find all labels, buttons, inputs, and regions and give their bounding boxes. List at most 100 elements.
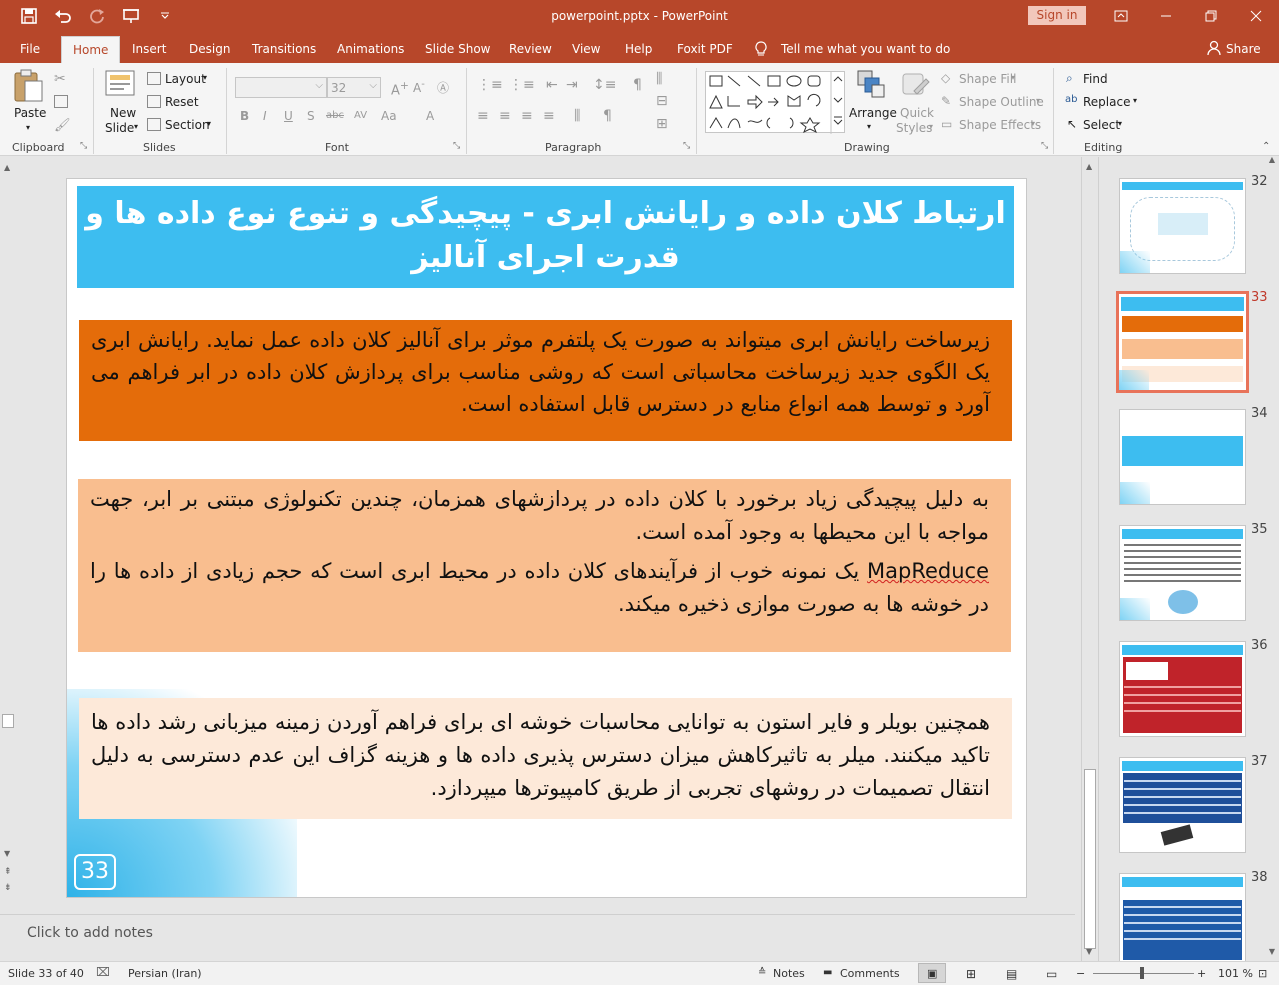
character-spacing-icon[interactable]: AV: [354, 110, 367, 121]
content-box-3[interactable]: همچنین بویلر و فایر استون به توانایی محا…: [79, 698, 1012, 819]
paste-button[interactable]: Paste ▾: [12, 69, 46, 132]
increase-indent-icon[interactable]: ⇥: [566, 77, 578, 93]
notes-toggle[interactable]: Notes: [773, 967, 805, 980]
scroll-down-icon[interactable]: ▼: [1086, 947, 1092, 956]
shape-outline-button[interactable]: Shape Outline: [959, 95, 1044, 109]
tab-animations[interactable]: Animations: [337, 42, 404, 56]
dialog-launcher-icon[interactable]: ⤡: [683, 141, 690, 151]
strikethrough-icon[interactable]: abc: [326, 110, 344, 121]
tab-transitions[interactable]: Transitions: [252, 42, 316, 56]
zoom-in-button[interactable]: +: [1197, 967, 1206, 980]
tab-file[interactable]: File: [20, 42, 40, 56]
tab-design[interactable]: Design: [189, 42, 230, 56]
next-slide-icon[interactable]: ⇟: [4, 883, 12, 893]
align-center-icon[interactable]: ≡: [499, 108, 511, 124]
decrease-indent-icon[interactable]: ⇤: [546, 77, 558, 93]
justify-icon[interactable]: ≡: [543, 108, 555, 124]
columns-icon[interactable]: ⫼: [574, 108, 580, 124]
zoom-level[interactable]: 101 %: [1218, 967, 1253, 980]
slide-show-icon[interactable]: ▭: [1046, 967, 1057, 981]
tell-me-search[interactable]: Tell me what you want to do: [781, 42, 950, 56]
line-spacing-icon[interactable]: ↕≡: [593, 77, 616, 93]
slide-thumbnail[interactable]: [1119, 873, 1246, 969]
scroll-thumb[interactable]: [2, 714, 14, 728]
notes-pane[interactable]: Click to add notes: [0, 915, 1076, 960]
bold-icon[interactable]: B: [240, 109, 249, 123]
smartart-icon[interactable]: ⊞: [656, 116, 668, 132]
slide-thumbnail[interactable]: [1119, 757, 1246, 853]
increase-font-icon[interactable]: A+: [391, 79, 409, 98]
collapse-ribbon-icon[interactable]: ⌃: [1262, 141, 1270, 152]
zoom-out-button[interactable]: −: [1076, 967, 1085, 980]
scroll-up-icon[interactable]: ▲: [1086, 162, 1092, 171]
scroll-thumb[interactable]: [1084, 769, 1096, 949]
left-ruler-scrollbar[interactable]: ▲ ▼ ⇞ ⇟: [0, 157, 17, 914]
sign-in-button[interactable]: Sign in: [1028, 6, 1086, 25]
slide-scrollbar[interactable]: ▲ ▼: [1081, 157, 1098, 961]
slide-thumbnail[interactable]: [1119, 178, 1246, 274]
content-box-1[interactable]: زیرساخت رایانش ابری میتواند به صورت یک پ…: [79, 320, 1012, 441]
bullets-icon[interactable]: ⋮≡: [477, 77, 503, 93]
share-button[interactable]: Share: [1226, 42, 1261, 56]
slide-thumbnail-selected[interactable]: [1116, 291, 1249, 393]
notes-placeholder[interactable]: Click to add notes: [27, 925, 153, 941]
align-right-icon[interactable]: ≡: [521, 108, 533, 124]
find-button[interactable]: Find: [1083, 72, 1108, 86]
align-text-icon[interactable]: ⊟: [656, 93, 668, 109]
replace-button[interactable]: Replace: [1083, 95, 1130, 109]
restore-button[interactable]: [1191, 4, 1231, 28]
tab-slide-show[interactable]: Slide Show: [425, 42, 490, 56]
content-box-2[interactable]: به دلیل پیچیدگی زیاد برخورد با کلان داده…: [78, 479, 1011, 652]
shape-fill-button[interactable]: Shape Fill: [959, 72, 1016, 86]
tab-review[interactable]: Review: [509, 42, 552, 56]
slide-thumbnail[interactable]: [1119, 409, 1246, 505]
ribbon-display-options-button[interactable]: [1101, 4, 1141, 28]
font-color-icon[interactable]: A: [426, 109, 434, 123]
reading-view-icon[interactable]: ▤: [1006, 967, 1017, 981]
new-slide-button[interactable]: New Slide ▾: [104, 69, 140, 137]
arrange-button[interactable]: Arrange ▾: [848, 69, 897, 137]
reset-button[interactable]: Reset: [165, 95, 199, 109]
underline-icon[interactable]: U: [284, 109, 293, 123]
font-name-select[interactable]: ⌵: [235, 77, 327, 98]
slide-sorter-icon[interactable]: ⊞: [966, 967, 976, 981]
scroll-down-icon[interactable]: ▼: [1269, 947, 1275, 956]
slide-canvas[interactable]: ارتباط کلان داده و رایانش ابری - پیچیدگی…: [66, 178, 1027, 898]
italic-icon[interactable]: I: [263, 109, 267, 123]
slide-thumbnail[interactable]: [1119, 525, 1246, 621]
dialog-launcher-icon[interactable]: ⤡: [1041, 141, 1048, 151]
tab-foxit-pdf[interactable]: Foxit PDF: [677, 42, 733, 56]
scroll-up-icon[interactable]: ▲: [1269, 155, 1275, 164]
slide-thumbnail[interactable]: [1119, 641, 1246, 737]
cut-icon[interactable]: ✂: [54, 71, 68, 87]
scroll-down-icon[interactable]: ▼: [4, 849, 10, 858]
ltr-icon[interactable]: ¶: [603, 108, 612, 124]
close-button[interactable]: [1236, 4, 1276, 28]
clear-formatting-icon[interactable]: Ⓐ: [437, 79, 449, 96]
previous-slide-icon[interactable]: ⇞: [4, 867, 12, 877]
format-painter-icon[interactable]: 🖌: [54, 118, 71, 133]
quick-styles-button[interactable]: Quick Styles ▾: [896, 69, 936, 137]
text-direction-icon[interactable]: ⫼: [656, 71, 662, 87]
font-size-select[interactable]: 32 ⌵: [327, 77, 381, 98]
spelling-icon[interactable]: ⌧: [96, 965, 110, 979]
copy-icon[interactable]: [54, 95, 68, 108]
tab-view[interactable]: View: [572, 42, 600, 56]
decrease-font-icon[interactable]: A-: [413, 79, 425, 95]
fit-to-window-icon[interactable]: ⊡: [1258, 967, 1267, 980]
zoom-slider-thumb[interactable]: [1140, 967, 1144, 979]
tab-home[interactable]: Home: [61, 36, 121, 63]
dialog-launcher-icon[interactable]: ⤡: [80, 141, 87, 151]
language-indicator[interactable]: Persian (Iran): [128, 967, 202, 980]
slide-title[interactable]: ارتباط کلان داده و رایانش ابری - پیچیدگی…: [77, 186, 1014, 288]
tab-help[interactable]: Help: [625, 42, 652, 56]
comments-toggle[interactable]: Comments: [840, 967, 900, 980]
numbering-icon[interactable]: ⋮≡: [509, 77, 535, 93]
change-case-icon[interactable]: Aa: [381, 109, 397, 123]
scroll-up-icon[interactable]: ▲: [4, 163, 10, 172]
tab-insert[interactable]: Insert: [132, 42, 166, 56]
select-button[interactable]: Select: [1083, 118, 1120, 132]
normal-view-button[interactable]: ▣: [918, 963, 946, 983]
minimize-button[interactable]: [1146, 4, 1186, 28]
shape-effects-button[interactable]: Shape Effects: [959, 118, 1041, 132]
